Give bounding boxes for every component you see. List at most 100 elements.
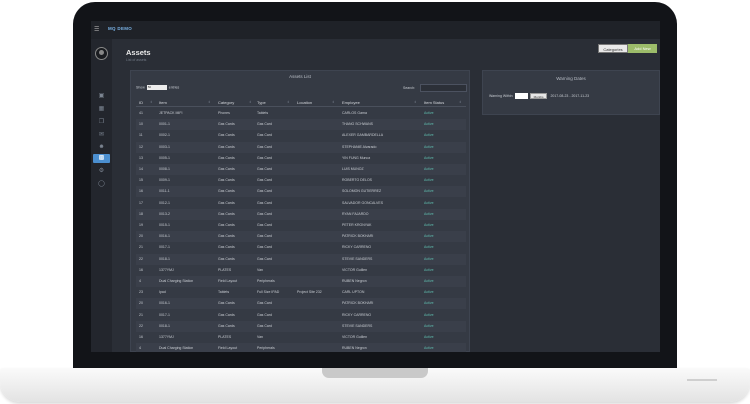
table-cell: 0008-1 <box>159 167 170 171</box>
sort-icon[interactable]: ⇕ <box>208 100 211 104</box>
menu-icon[interactable]: ☰ <box>94 27 99 33</box>
table-cell: 0016-1 <box>159 301 170 306</box>
table-row[interactable]: 19 0015-1 Gas Cards Gas Card PETER KRONYAK Ac… <box>136 220 466 231</box>
avatar[interactable] <box>95 47 108 60</box>
warning-dates-panel: Warning Dates Warning Within Months 2017-0… <box>482 70 660 115</box>
copy-icon[interactable]: ❐ <box>98 119 105 125</box>
table-cell: 22 <box>139 256 143 261</box>
table-cell: 0005-1 <box>159 155 170 160</box>
status-cell: Active <box>424 301 434 306</box>
table-row[interactable]: 14 0008-1 Gas Cards Gas Card LUIS MUNOZ Activ… <box>136 164 466 175</box>
table-cell: 4 <box>139 279 141 283</box>
table-cell: Gas Cards <box>218 122 235 127</box>
table-row[interactable]: 10 0001-1 Gas Cards Gas Card THANG SCHWANS Ac… <box>136 119 466 131</box>
table-cell: 41 <box>139 111 143 115</box>
table-row[interactable]: 23 Ipad Tablets Full Size IPAD Project Site … <box>136 287 466 298</box>
column-header-item[interactable]: Item <box>159 100 167 105</box>
table-cell: Gas Card <box>257 223 272 227</box>
table-cell: 0017-1 <box>159 245 170 250</box>
column-header-type[interactable]: Type <box>257 100 266 105</box>
table-cell: Peripherals <box>257 279 275 283</box>
table-cell: 0003-1 <box>159 144 170 149</box>
status-cell: Active <box>424 223 434 227</box>
entries-select[interactable]: 50 <box>146 85 167 90</box>
table-row[interactable]: 4 Dual Charging Station Field Layout Periph… <box>136 276 466 287</box>
sort-icon[interactable]: ⇕ <box>459 100 462 104</box>
table-cell: Gas Cards <box>218 223 235 227</box>
table-row[interactable]: 20 0016-1 Gas Cards Gas Card PATRICK BOKHARI… <box>136 298 466 310</box>
table-cell: Gas Card <box>257 301 272 306</box>
table-cell: RUBEN Negron <box>342 279 367 283</box>
table-cell: Van <box>257 335 263 339</box>
table-row[interactable]: 16 0011-1 Gas Cards Gas Card SOLOMON GUTIERR… <box>136 186 466 198</box>
table-row[interactable]: 4 Dual Charging Station Field Layout Periph… <box>136 343 466 352</box>
table-cell: Gas Card <box>257 189 272 194</box>
table-cell: Gas Cards <box>218 256 235 261</box>
users-icon[interactable]: ☻ <box>98 144 105 150</box>
settings-icon[interactable]: ◯ <box>98 181 105 187</box>
column-header-category[interactable]: Category <box>218 100 234 105</box>
status-cell: Active <box>424 267 434 272</box>
monitor-icon[interactable]: ▣ <box>98 93 105 99</box>
table-cell: ROBERTO DELOS <box>342 178 373 183</box>
table-cell: Phones <box>218 111 230 115</box>
assets-panel-title: Assets List <box>289 74 311 79</box>
table-row[interactable]: 22 0018-1 Gas Cards Gas Card STEVIE SANDERS A… <box>136 253 466 265</box>
table-cell: Gas Cards <box>218 144 235 149</box>
table-cell: PLATES <box>218 335 232 339</box>
table-row[interactable]: 16 1377YMJ PLATES Van VICTOR Guillen Active <box>136 332 466 343</box>
grid-icon[interactable]: ▦ <box>98 106 105 112</box>
table-row[interactable]: 41 JETPACK MIFI Phones Tablets CARLOS Gama Ac… <box>136 108 466 119</box>
sidebar: ▣ ▦ ❐ ✉ ☻ ▩ ⚙ ◯ <box>91 39 112 352</box>
search-input[interactable] <box>420 84 467 92</box>
table-cell: Gas Cards <box>218 178 235 183</box>
table-row[interactable]: 21 0017-1 Gas Cards Gas Card RICKY CARRENO Ac… <box>136 310 466 321</box>
column-header-employee[interactable]: Employee <box>342 100 360 105</box>
assets-icon[interactable]: ▩ <box>93 154 110 163</box>
add-new-button[interactable]: Add New <box>628 44 657 53</box>
table-cell: Gas Card <box>257 234 272 239</box>
table-row[interactable]: 17 0012-1 Gas Cards Gas Card SALVADOR GONCAL… <box>136 198 466 209</box>
table-row[interactable]: 12 0003-1 Gas Cards Gas Card STEPHANIE Alvar… <box>136 141 466 153</box>
categories-button[interactable]: Categories <box>598 44 628 53</box>
table-row[interactable]: 13 0005-1 Gas Cards Gas Card YIN FUNG Munoz A… <box>136 153 466 164</box>
table-row[interactable]: 21 0017-1 Gas Cards Gas Card RICKY CARRENO Ac… <box>136 242 466 253</box>
table-row[interactable]: 15 0009-1 Gas Cards Gas Card ROBERTO DELOS Ac… <box>136 175 466 186</box>
table-cell: Gas Card <box>257 323 272 328</box>
table-cell: 16 <box>139 335 143 339</box>
table-row[interactable]: 20 0016-1 Gas Cards Gas Card PATRICK BOKHARI… <box>136 231 466 243</box>
table-cell: 17 <box>139 200 143 205</box>
sort-icon[interactable]: ⇕ <box>414 100 417 104</box>
table-cell: 0009-1 <box>159 178 170 183</box>
sort-icon[interactable]: ⇕ <box>150 100 153 104</box>
table-cell: 0015-1 <box>159 223 170 227</box>
column-header-location[interactable]: Location <box>297 100 312 105</box>
sort-icon[interactable]: ⇕ <box>287 100 290 104</box>
table-cell: 1377YMJ <box>159 267 174 272</box>
table-cell: Gas Cards <box>218 323 235 328</box>
months-button[interactable]: Months <box>529 93 548 100</box>
table-cell: 20 <box>139 301 143 306</box>
table-cell: 23 <box>139 290 143 295</box>
sort-icon[interactable]: ⇕ <box>332 100 335 104</box>
column-header-status[interactable]: Item Status <box>424 100 444 105</box>
table-row[interactable]: 16 1377YMJ PLATES Van VICTOR Guillen Active <box>136 265 466 276</box>
table-row[interactable]: 18 0013-2 Gas Cards Gas Card RYAN FAJARDO Act… <box>136 208 466 220</box>
table-cell: 0001-1 <box>159 122 170 127</box>
table-cell: Gas Card <box>257 211 272 216</box>
entries-control: Show 50 entries <box>136 85 179 90</box>
table-cell: 15 <box>139 178 143 183</box>
inbox-icon[interactable]: ✉ <box>98 132 105 138</box>
table-cell: CARL UPTON <box>342 290 365 295</box>
column-header-id[interactable]: ID <box>139 100 143 105</box>
table-cell: SALVADOR GONCALVES <box>342 200 384 205</box>
table-row[interactable]: 11 0002-1 Gas Cards Gas Card ALEXER GAMBARDE… <box>136 130 466 141</box>
top-bar: ☰ MQ DEMO <box>91 21 660 39</box>
warning-within-input[interactable] <box>514 93 528 100</box>
table-cell: THANG SCHWANS <box>342 122 373 127</box>
gear-icon[interactable]: ⚙ <box>98 168 105 174</box>
sort-icon[interactable]: ⇕ <box>249 100 252 104</box>
table-row[interactable]: 22 0018-1 Gas Cards Gas Card STEVIE SANDERS A… <box>136 320 466 332</box>
table-cell: Project Site 232 <box>297 290 322 295</box>
app-logo[interactable]: MQ DEMO <box>108 26 132 31</box>
